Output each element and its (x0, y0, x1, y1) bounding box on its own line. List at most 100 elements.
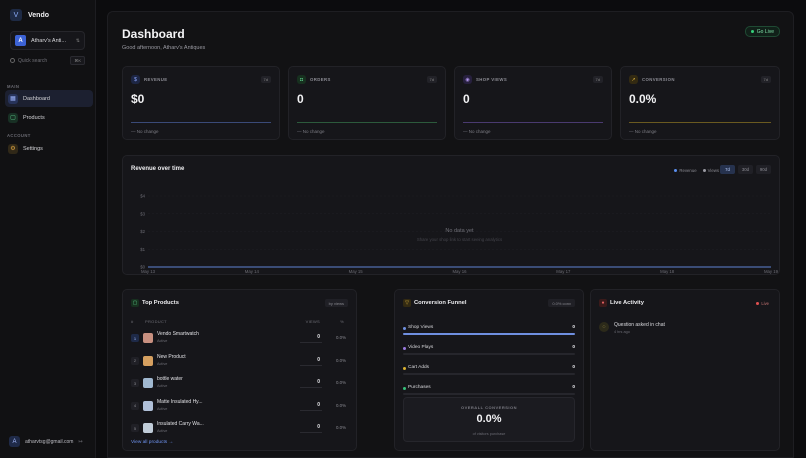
stat-change: — No change (463, 129, 491, 134)
product-thumbnail (143, 378, 153, 388)
stat-change: — No change (131, 129, 159, 134)
stat-period-badge: 7d (426, 76, 437, 83)
page-title: Dashboard (122, 27, 185, 41)
store-switcher[interactable]: A Atharv's Anti... ⇅ (10, 31, 85, 50)
y-tick-label: $3 (140, 211, 145, 216)
sidebar-item-settings[interactable]: ⚙ Settings (5, 140, 93, 157)
stat-period-badge: 7d (760, 76, 771, 83)
step-label: Purchases (408, 385, 431, 390)
funnel-step: Purchases 0 (403, 385, 575, 399)
stat-period-badge: 7d (260, 76, 271, 83)
logout-icon[interactable]: ↦ (78, 439, 82, 445)
step-bar (403, 353, 575, 355)
search-icon (10, 58, 15, 63)
sparkline (131, 122, 271, 123)
avatar: A (9, 436, 20, 447)
overall-conversion-box: OVERALL CONVERSION 0.0% of visitors purc… (403, 397, 575, 442)
table-row[interactable]: 2 New Product Active 0 0.0% (131, 353, 348, 371)
empty-state-title: No data yet (445, 228, 474, 234)
product-status: Active (157, 429, 168, 433)
page-subtitle: Good afternoon, Atharv's Antiques (122, 45, 206, 51)
live-badge: Live (756, 301, 769, 306)
search-input[interactable]: Quick search (18, 58, 67, 64)
box-icon: ▢ (131, 299, 139, 307)
table-row[interactable]: 1 Vendo Smartwatch Active 0 0.0% (131, 330, 348, 348)
step-value: 0 (572, 325, 575, 330)
stat-card-shop-views: ◉ SHOP VIEWS 7d 0 — No change (454, 66, 612, 140)
app-root: V Vendo A Atharv's Anti... ⇅ Quick searc… (0, 0, 806, 458)
product-thumbnail (143, 400, 153, 411)
y-tick-label: $4 (140, 194, 145, 199)
gear-icon: ⚙ (8, 143, 18, 154)
stat-period-badge: 7d (592, 76, 603, 83)
empty-state-subtitle: Share your shop link to start seeing ana… (417, 237, 502, 242)
table-row[interactable]: 5 Insulated Carry Wa... Active 0 0.0% (131, 420, 348, 438)
x-tick-label: May 16 (452, 269, 467, 274)
sort-badge: by views (324, 299, 348, 307)
step-label: Cart Adds (408, 365, 430, 370)
step-dot-icon (403, 387, 406, 390)
rank-badge: 1 (131, 334, 139, 342)
product-thumbnail (143, 355, 153, 366)
table-row[interactable]: 4 Matte Insulated Hy... Active 0 0.0% (131, 398, 348, 416)
sidebar-item-label: Dashboard (23, 95, 50, 102)
product-pct: 0.0% (335, 335, 346, 340)
rank-badge: 5 (131, 424, 139, 432)
live-dot-icon (756, 302, 760, 305)
store-avatar: A (15, 35, 26, 46)
pulse-icon: ● (599, 299, 607, 307)
product-pct: 0.0% (335, 357, 346, 363)
stat-label: SHOP VIEWS (476, 77, 508, 82)
product-name: Insulated Carry Wa... (157, 421, 204, 427)
product-pct: 0.0% (335, 425, 346, 430)
header-views: VIEWS (305, 319, 320, 324)
nav-section-account: ACCOUNT (7, 133, 31, 138)
user-email: atharvtsg@gmail.com (25, 438, 74, 445)
box-icon: ▢ (8, 112, 18, 123)
brand[interactable]: V Vendo (10, 9, 49, 21)
stat-card-revenue: $ REVENUE 7d $0 — No change (122, 66, 280, 140)
x-tick-label: May 17 (556, 269, 571, 274)
product-name: Vendo Smartwatch (157, 331, 199, 337)
y-tick-label: $1 (140, 247, 145, 252)
funnel-step: Video Plays 0 (403, 345, 575, 359)
step-dot-icon (403, 367, 406, 370)
live-badge-label: Live (761, 301, 769, 306)
x-tick-label: May 15 (349, 269, 364, 274)
sparkline (463, 122, 603, 123)
step-dot-icon (403, 347, 406, 350)
top-products-title: Top Products (142, 300, 179, 306)
rank-badge: 3 (131, 379, 139, 387)
step-bar (403, 393, 575, 395)
sidebar-item-label: Products (23, 114, 45, 121)
table-row[interactable]: 3 bottle water Active 0 0.0% (131, 375, 348, 393)
store-name: Atharv's Anti... (31, 37, 66, 44)
views-bar (300, 342, 322, 343)
activity-time: 4 hrs ago (614, 330, 630, 334)
nav-section-main: MAIN (7, 84, 20, 89)
overall-value: 0.0% (476, 413, 502, 425)
x-tick-label: May 14 (245, 269, 260, 274)
user-menu[interactable]: A atharvtsg@gmail.com ↦ (9, 436, 83, 447)
stat-value: 0 (297, 92, 304, 106)
main-content: Dashboard Good afternoon, Atharv's Antiq… (107, 11, 794, 458)
product-pct: 0.0% (335, 402, 346, 408)
views-bar (300, 409, 322, 411)
product-thumbnail (143, 423, 153, 433)
eye-icon: ◉ (463, 75, 472, 84)
overall-sub: of visitors purchase (472, 432, 506, 436)
x-tick-label: May 19 (764, 269, 779, 274)
stat-change: — No change (297, 129, 325, 134)
chat-icon: ◌ (599, 322, 609, 332)
header-pct: % (340, 319, 344, 324)
go-live-label: Go Live (756, 28, 774, 35)
stat-value: $0 (131, 92, 145, 106)
step-bar (403, 373, 575, 375)
activity-title[interactable]: Question asked in chat (614, 322, 665, 328)
go-live-button[interactable]: Go Live (744, 26, 780, 37)
sidebar-item-products[interactable]: ▢ Products (5, 109, 93, 126)
sidebar-item-dashboard[interactable]: ▦ Dashboard (5, 90, 93, 107)
quick-search[interactable]: Quick search ⌘K (10, 55, 85, 66)
live-activity-card: ● Live Activity Live ◌ Question asked in… (590, 289, 780, 451)
view-all-products-link[interactable]: View all products → (131, 440, 173, 445)
